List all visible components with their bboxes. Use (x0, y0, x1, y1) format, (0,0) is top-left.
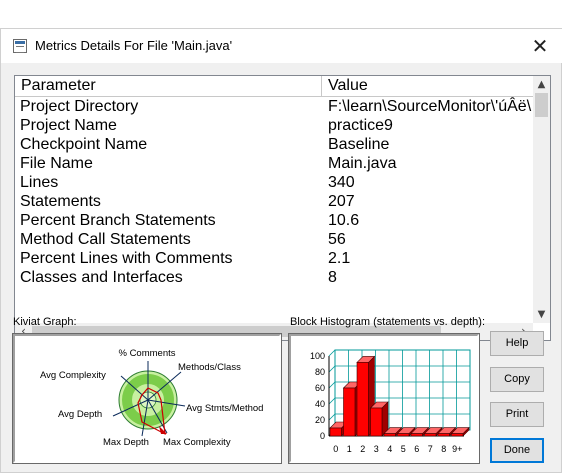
column-header-parameter[interactable]: Parameter (15, 76, 322, 97)
row-parameter: Project Directory (20, 98, 139, 115)
grid-rows: Project Directory F:\learn\SourceMonitor\… (15, 97, 533, 287)
row-value: 10.6 (328, 212, 360, 229)
vertical-scroll-thumb[interactable] (535, 93, 548, 117)
histogram-gridline (328, 397, 336, 405)
app-icon (13, 39, 27, 53)
vertical-scrollbar[interactable]: ▲ ▼ (533, 76, 550, 323)
y-tick-label: 40 (315, 399, 325, 409)
histogram-gridline (328, 413, 336, 421)
x-tick-label: 3 (374, 444, 379, 454)
histogram-bar (356, 362, 369, 437)
x-tick-label: 9+ (452, 444, 462, 454)
help-button[interactable]: Help (490, 331, 544, 356)
histogram-bar (397, 433, 410, 437)
table-row[interactable]: Method Call Statements 56 (15, 230, 533, 249)
table-row[interactable]: Checkpoint Name Baseline (15, 135, 533, 154)
histogram-bar (437, 433, 450, 437)
histogram-gridline (328, 365, 336, 373)
axis-label-methods-class: Methods/Class (178, 362, 241, 373)
row-value: 8 (328, 269, 337, 286)
row-value: 2.1 (328, 250, 351, 267)
row-value: 207 (328, 193, 355, 210)
table-row[interactable]: Classes and Interfaces 8 (15, 268, 533, 287)
axis-label-avg-complexity: Avg Complexity (40, 370, 106, 381)
x-tick-label: 6 (414, 444, 419, 454)
histogram-bar (370, 407, 383, 437)
x-tick-label: 1 (347, 444, 352, 454)
title-bar: Metrics Details For File 'Main.java' ✕ (1, 29, 563, 63)
row-parameter: Lines (20, 174, 59, 191)
x-tick-label: 7 (428, 444, 433, 454)
row-value: Baseline (328, 136, 390, 153)
row-parameter: Project Name (20, 117, 117, 134)
x-tick-label: 2 (360, 444, 365, 454)
y-tick-label: 0 (320, 431, 325, 441)
row-parameter: Percent Branch Statements (20, 212, 216, 229)
y-tick-label: 80 (315, 367, 325, 377)
row-value: 56 (328, 231, 346, 248)
scroll-down-arrow-icon[interactable]: ▼ (533, 306, 550, 323)
grid-header: Parameter Value (15, 76, 533, 97)
row-value: 340 (328, 174, 355, 191)
axis-label-max-complexity: Max Complexity (163, 437, 231, 448)
row-parameter: Checkpoint Name (20, 136, 148, 153)
table-row[interactable]: Statements 207 (15, 192, 533, 211)
table-row[interactable]: Lines 340 (15, 173, 533, 192)
row-parameter: Method Call Statements (20, 231, 191, 248)
block-histogram-label: Block Histogram (statements vs. depth): (290, 316, 486, 328)
block-histogram: 0 20 40 60 80 100 0 1 2 3 4 5 6 7 8 9+ (288, 333, 480, 464)
row-parameter: Classes and Interfaces (20, 269, 183, 286)
window-title: Metrics Details For File 'Main.java' (35, 38, 233, 53)
row-value: practice9 (328, 117, 393, 134)
histogram-bar (383, 433, 396, 437)
y-tick-label: 100 (310, 351, 325, 361)
row-parameter: Percent Lines with Comments (20, 250, 233, 267)
x-tick-label: 0 (333, 444, 338, 454)
table-row[interactable]: Project Name practice9 (15, 116, 533, 135)
histogram-bar (410, 433, 423, 437)
table-row[interactable]: File Name Main.java (15, 154, 533, 173)
y-tick-label: 60 (315, 383, 325, 393)
axis-label-avg-stmts-method: Avg Stmts/Method (186, 403, 263, 414)
metrics-grid[interactable]: Parameter Value Project Directory F:\lear… (14, 75, 551, 341)
histogram-bar (424, 433, 437, 437)
print-button[interactable]: Print (490, 402, 544, 427)
done-button[interactable]: Done (490, 438, 544, 463)
histogram-bar (343, 387, 356, 437)
histogram-svg: 0204060801000 1 2 3 4 5 6 7 8 9+ (310, 349, 471, 454)
x-tick-label: 8 (441, 444, 446, 454)
kiviat-svg: % Comments Methods/Class Avg Stmts/Metho… (40, 348, 263, 448)
kiviat-graph: % Comments Methods/Class Avg Stmts/Metho… (12, 333, 282, 464)
x-tick-label: 5 (401, 444, 406, 454)
column-header-value[interactable]: Value (322, 76, 533, 97)
histogram-gridline (328, 381, 336, 389)
close-button[interactable]: ✕ (523, 32, 557, 60)
row-parameter: File Name (20, 155, 93, 172)
axis-label-avg-depth: Avg Depth (58, 409, 102, 420)
table-row[interactable]: Percent Branch Statements 10.6 (15, 211, 533, 230)
axis-label-max-depth: Max Depth (103, 437, 149, 448)
histogram-bar (451, 433, 464, 437)
histogram-bar (329, 427, 342, 437)
copy-button[interactable]: Copy (490, 367, 544, 392)
table-row[interactable]: Project Directory F:\learn\SourceMonitor\… (15, 97, 533, 116)
kiviat-graph-label: Kiviat Graph: (13, 316, 77, 328)
row-value: F:\learn\SourceMonitor\'úÂë\ (328, 98, 532, 115)
row-parameter: Statements (20, 193, 101, 210)
axis-label-comments: % Comments (118, 348, 175, 359)
y-tick-label: 20 (315, 415, 325, 425)
x-tick-label: 4 (387, 444, 392, 454)
histogram-gridline (328, 349, 336, 357)
row-value: Main.java (328, 155, 397, 172)
scroll-up-arrow-icon[interactable]: ▲ (533, 76, 550, 93)
table-row[interactable]: Percent Lines with Comments 2.1 (15, 249, 533, 268)
